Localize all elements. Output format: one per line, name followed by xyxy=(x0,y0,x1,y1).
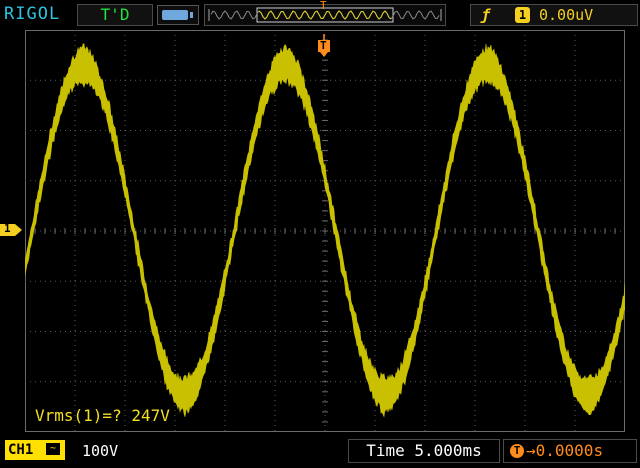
brand-logo: RIGOL xyxy=(4,4,61,24)
timebase-readout[interactable]: Time 5.000ms xyxy=(348,439,500,463)
ac-coupling-icon: ~ xyxy=(46,443,60,455)
trigger-position-marker[interactable]: T xyxy=(317,34,331,58)
memory-trigger-marker: T xyxy=(320,0,327,12)
bottom-status-bar: CH1 ~ 100V Time 5.000ms T →0.0000s xyxy=(0,436,640,468)
trigger-settings-box[interactable]: ƒ 1 0.00uV xyxy=(470,4,638,26)
battery-icon xyxy=(157,5,199,25)
ch1-ground-marker[interactable]: 1 xyxy=(0,222,24,236)
memory-depth-bar[interactable]: T xyxy=(204,0,446,26)
trigger-marker-label: T xyxy=(320,39,327,52)
top-status-bar: RIGOL T'D T ƒ 1 0.00uV xyxy=(0,0,640,28)
ch1-volts-per-div: 100V xyxy=(82,442,119,460)
trigger-offset-icon: T xyxy=(510,444,524,458)
rising-edge-icon: ƒ xyxy=(481,6,491,24)
trigger-offset-readout[interactable]: T →0.0000s xyxy=(503,439,637,463)
waveform-graticule xyxy=(25,30,625,432)
waveform-display[interactable] xyxy=(25,30,625,432)
trigger-level-readout: 0.00uV xyxy=(539,6,594,24)
vrms-measurement: Vrms(1)=? 247V xyxy=(35,406,170,425)
ch1-label: CH1 xyxy=(8,442,34,458)
run-status-badge[interactable]: T'D xyxy=(77,4,153,26)
trigger-offset-value: 0.0000s xyxy=(535,441,604,460)
trigger-source-badge: 1 xyxy=(515,7,530,23)
ch1-badge[interactable]: CH1 ~ xyxy=(5,440,65,460)
ch1-marker-label: 1 xyxy=(4,222,11,235)
